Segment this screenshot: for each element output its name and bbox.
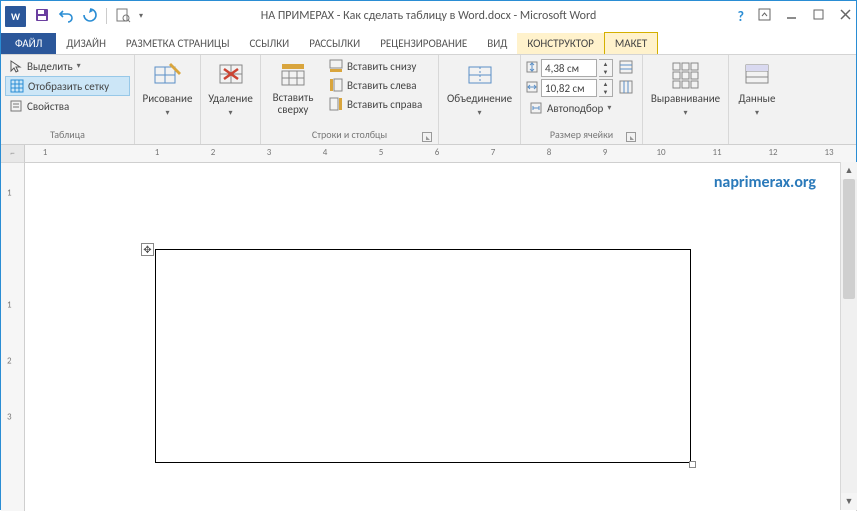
undo-icon[interactable]	[58, 7, 74, 26]
ruler-tick: 12	[768, 147, 777, 158]
ruler-tick: 1	[155, 147, 160, 158]
ruler-tick: 5	[379, 147, 384, 158]
col-width-input[interactable]: 10,82 см	[541, 79, 597, 97]
help-icon[interactable]: ?	[738, 8, 745, 25]
merge-button[interactable]: Объединение▾	[441, 57, 518, 122]
horizontal-ruler[interactable]: ⌐ 112345678910111213	[1, 145, 856, 163]
height-spinner[interactable]: ▲▼	[599, 59, 613, 77]
word-icon: W	[5, 6, 26, 27]
insert-right-button[interactable]: Вставить справа	[325, 95, 426, 113]
distribute-cols-icon[interactable]	[619, 80, 633, 97]
properties-button[interactable]: Свойства	[5, 97, 130, 115]
ruler-tick: 11	[712, 147, 721, 158]
ruler-tick: 13	[824, 147, 833, 158]
ruler-tick: 8	[547, 147, 552, 158]
tab-design[interactable]: ДИЗАЙН	[56, 33, 116, 54]
dialog-launcher-size-icon[interactable]	[626, 132, 636, 142]
vertical-scrollbar[interactable]: ▲ ▼	[840, 162, 857, 510]
alignment-button[interactable]: Выравнивание▾	[645, 57, 726, 122]
tab-mailings[interactable]: РАССЫЛКИ	[299, 33, 370, 54]
table-move-handle-icon[interactable]: ✥	[141, 243, 154, 256]
group-label-size: Размер ячейки	[525, 126, 638, 144]
tab-review[interactable]: РЕЦЕНЗИРОВАНИЕ	[370, 33, 477, 54]
data-button[interactable]: Данные▾	[733, 57, 782, 122]
document-page[interactable]: naprimerax.org ✥	[25, 163, 856, 511]
ruler-tick: 1	[43, 147, 48, 158]
insert-below-button[interactable]: Вставить снизу	[325, 57, 426, 75]
vruler-tick: 1	[7, 300, 12, 311]
autofit-button[interactable]: Автоподбор▾	[525, 99, 638, 117]
insert-left-button[interactable]: Вставить слева	[325, 76, 426, 94]
tab-references[interactable]: ССЫЛКИ	[239, 33, 299, 54]
minimize-icon[interactable]	[785, 8, 798, 24]
select-button[interactable]: Выделить▾	[5, 57, 130, 75]
ruler-corner: ⌐	[1, 145, 25, 163]
table-resize-handle-icon[interactable]	[689, 461, 696, 468]
document-title: НА ПРИМЕРАХ - Как сделать таблицу в Word…	[261, 9, 597, 23]
ruler-tick: 4	[323, 147, 328, 158]
distribute-rows-icon[interactable]	[619, 60, 633, 77]
group-label-draw	[139, 126, 196, 144]
ruler-tick: 10	[656, 147, 665, 158]
vruler-tick: 1	[7, 188, 12, 199]
save-icon[interactable]	[34, 7, 50, 26]
group-label-delete	[205, 126, 256, 144]
insert-above-button[interactable]: Вставить сверху	[265, 57, 321, 120]
row-height-icon	[525, 60, 539, 77]
col-width-icon	[525, 80, 539, 97]
ruler-tick: 9	[603, 147, 608, 158]
tab-constructor[interactable]: КОНСТРУКТОР	[517, 33, 603, 54]
vruler-tick: 2	[7, 356, 12, 367]
ribbon-display-icon[interactable]	[758, 8, 771, 24]
group-label-align	[647, 126, 724, 144]
ruler-tick: 2	[211, 147, 216, 158]
maximize-icon[interactable]	[812, 8, 825, 24]
tab-page-layout[interactable]: РАЗМЕТКА СТРАНИЦЫ	[116, 33, 240, 54]
tab-file[interactable]: ФАЙЛ	[1, 33, 56, 54]
group-label-table: Таблица	[5, 126, 130, 144]
vruler-tick: 3	[7, 412, 12, 423]
scroll-down-icon[interactable]: ▼	[841, 493, 857, 510]
row-height-input[interactable]: 4,38 см	[541, 59, 597, 77]
group-label-data	[733, 126, 781, 144]
redo-icon[interactable]	[82, 7, 98, 26]
qat-divider	[106, 8, 107, 24]
tab-layout-table[interactable]: МАКЕТ	[604, 32, 658, 54]
draw-button[interactable]: Рисование▾	[137, 57, 199, 122]
vertical-ruler[interactable]: 1 1 2 3	[1, 163, 25, 511]
qat-customize-icon[interactable]: ▾	[139, 11, 143, 21]
group-label-merge	[443, 126, 516, 144]
print-preview-icon[interactable]	[115, 7, 131, 26]
ruler-tick: 7	[491, 147, 496, 158]
ruler-tick: 6	[435, 147, 440, 158]
delete-button[interactable]: Удаление▾	[202, 57, 259, 122]
close-icon[interactable]	[839, 8, 852, 24]
view-gridlines-button[interactable]: Отобразить сетку	[5, 76, 130, 96]
ruler-tick: 3	[267, 147, 272, 158]
scroll-thumb[interactable]	[843, 179, 855, 299]
watermark-text: naprimerax.org	[714, 173, 816, 192]
dialog-launcher-icon[interactable]	[422, 132, 432, 142]
group-label-rows-cols: Строки и столбцы	[265, 126, 434, 144]
scroll-up-icon[interactable]: ▲	[841, 162, 857, 179]
tab-view[interactable]: ВИД	[477, 33, 517, 54]
table-cell[interactable]	[155, 249, 691, 463]
width-spinner[interactable]: ▲▼	[599, 79, 613, 97]
